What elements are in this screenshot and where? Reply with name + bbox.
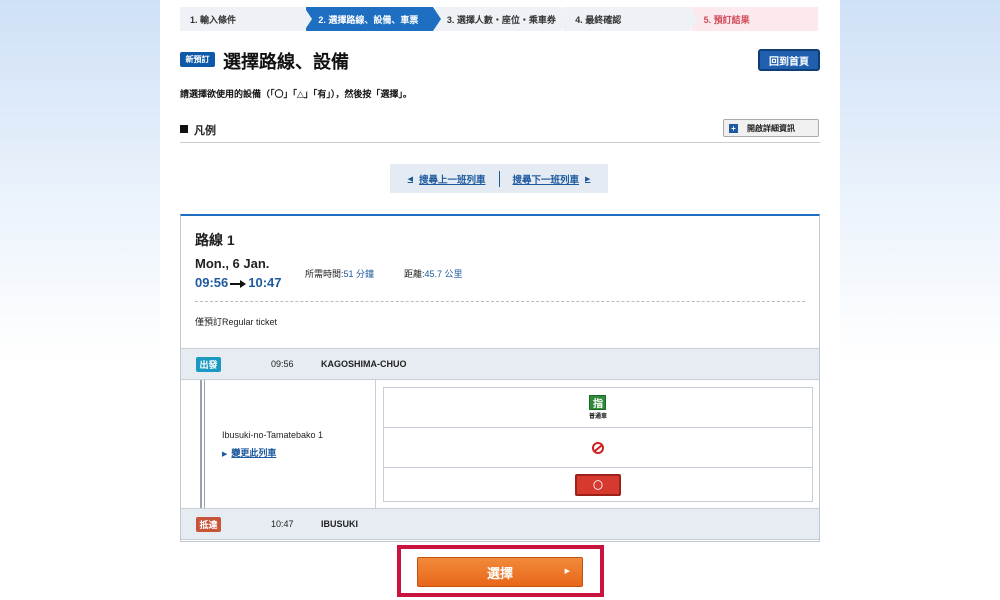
car-type-cell: 指 普通車 bbox=[384, 388, 812, 428]
reserved-seat-mark: 指 bbox=[589, 395, 607, 410]
triangle-right-icon: ▶ bbox=[564, 568, 570, 575]
train-navigation: ◀ 搜尋上一班列車 搜尋下一班列車 ▶ bbox=[390, 164, 608, 193]
train-name: Ibusuki-no-Tamatebako 1 bbox=[222, 430, 324, 440]
step-booking-result: 5. 預訂結果 bbox=[691, 7, 819, 31]
open-details-button[interactable]: + 開啟詳細資訊 bbox=[723, 119, 819, 137]
triangle-right-icon: ▶ bbox=[585, 175, 591, 183]
arrival-station-time: 10:47 bbox=[271, 519, 294, 529]
route-times: 09:56 10:47 bbox=[195, 275, 282, 290]
back-to-home-button[interactable]: 回到首頁 bbox=[758, 49, 820, 71]
square-bullet-icon bbox=[180, 125, 188, 133]
step-select-seats: 3. 選擇人數・座位・乘車券 bbox=[434, 7, 570, 31]
route-title: 路線 1 bbox=[195, 232, 235, 248]
previous-train-link[interactable]: ◀ 搜尋上一班列車 bbox=[408, 172, 486, 186]
departure-station-time: 09:56 bbox=[271, 359, 294, 369]
distance-value: 45.7 公里 bbox=[424, 269, 463, 279]
arrival-badge: 抵達 bbox=[196, 517, 221, 532]
select-button-label: 選擇 bbox=[486, 565, 513, 581]
step-input-conditions: 1. 輸入條件 bbox=[180, 7, 313, 31]
equipment-table: 指 普通車 〇 bbox=[383, 387, 813, 502]
ordinary-car-label: 普通車 bbox=[588, 414, 607, 420]
departure-time: 09:56 bbox=[195, 275, 229, 290]
open-details-label: 開啟詳細資訊 bbox=[747, 123, 795, 133]
step-label: 4. 最終確認 bbox=[575, 14, 622, 25]
route-card: 路線 1 Mon., 6 Jan. 09:56 10:47 所需時間:51 分鐘… bbox=[180, 214, 820, 542]
legend-title: 凡例 bbox=[194, 125, 216, 137]
duration-value: 51 分鐘 bbox=[343, 269, 375, 279]
no-smoking-icon bbox=[592, 441, 604, 454]
distance-info: 距離:45.7 公里 bbox=[404, 267, 463, 280]
previous-train-label: 搜尋上一班列車 bbox=[418, 174, 486, 186]
ticket-note: 僅預訂Regular ticket bbox=[195, 317, 278, 327]
duration-label: 所需時間: bbox=[305, 269, 344, 279]
arrival-station-row: 抵達 10:47 IBUSUKI bbox=[181, 508, 819, 540]
train-section: Ibusuki-no-Tamatebako 1 ▶ 變更此列車 指 普通車 〇 bbox=[181, 380, 819, 508]
step-select-route: 2. 選擇路線、設備、車票 bbox=[306, 7, 442, 31]
plus-icon: + bbox=[729, 123, 738, 133]
arrival-station-name: IBUSUKI bbox=[321, 519, 359, 529]
page-container: 1. 輸入條件 2. 選擇路線、設備、車票 3. 選擇人數・座位・乘車券 4. … bbox=[160, 0, 840, 600]
next-train-label: 搜尋下一班列車 bbox=[512, 174, 580, 186]
route-line bbox=[200, 380, 202, 508]
triangle-right-icon: ▶ bbox=[222, 451, 228, 458]
distance-label: 距離: bbox=[404, 269, 425, 279]
progress-stepper: 1. 輸入條件 2. 選擇路線、設備、車票 3. 選擇人數・座位・乘車券 4. … bbox=[180, 7, 820, 31]
change-train-label: 變更此列車 bbox=[231, 448, 277, 458]
smoking-cell bbox=[384, 428, 812, 468]
step-label: 3. 選擇人數・座位・乘車券 bbox=[446, 14, 556, 25]
departure-badge: 出發 bbox=[196, 357, 221, 372]
new-booking-badge: 新預訂 bbox=[180, 52, 215, 67]
instruction-text: 請選擇欲使用的設備（「〇」「△」「有」），然後按「選擇」。 bbox=[180, 89, 412, 99]
triangle-left-icon: ◀ bbox=[407, 175, 413, 183]
route-date: Mon., 6 Jan. bbox=[195, 256, 270, 271]
select-highlight-frame: 選擇 ▶ bbox=[397, 545, 604, 597]
change-train-link[interactable]: ▶ 變更此列車 bbox=[222, 446, 276, 459]
select-button[interactable]: 選擇 ▶ bbox=[417, 557, 583, 587]
arrow-right-icon bbox=[230, 278, 247, 288]
departure-station-row: 出發 09:56 KAGOSHIMA-CHUO bbox=[181, 348, 819, 380]
seat-available-button[interactable]: 〇 bbox=[575, 473, 621, 496]
departure-station-name: KAGOSHIMA-CHUO bbox=[321, 359, 407, 369]
route-line bbox=[204, 380, 205, 508]
step-final-confirm: 4. 最終確認 bbox=[563, 7, 699, 31]
divider bbox=[195, 301, 805, 302]
train-info: Ibusuki-no-Tamatebako 1 ▶ 變更此列車 bbox=[181, 380, 376, 508]
nav-divider bbox=[498, 170, 500, 187]
reserved-seat-icon: 指 普通車 bbox=[589, 395, 607, 420]
duration-info: 所需時間:51 分鐘 bbox=[305, 267, 374, 280]
step-label: 5. 預訂結果 bbox=[703, 14, 750, 25]
next-train-link[interactable]: 搜尋下一班列車 ▶ bbox=[513, 172, 591, 186]
step-label: 2. 選擇路線、設備、車票 bbox=[318, 14, 419, 25]
arrival-time: 10:47 bbox=[248, 275, 282, 290]
availability-cell: 〇 bbox=[384, 468, 812, 501]
step-label: 1. 輸入條件 bbox=[190, 14, 237, 25]
legend-section: 凡例 + 開啟詳細資訊 bbox=[180, 119, 820, 143]
page-title: 選擇路線、設備 bbox=[223, 52, 349, 72]
